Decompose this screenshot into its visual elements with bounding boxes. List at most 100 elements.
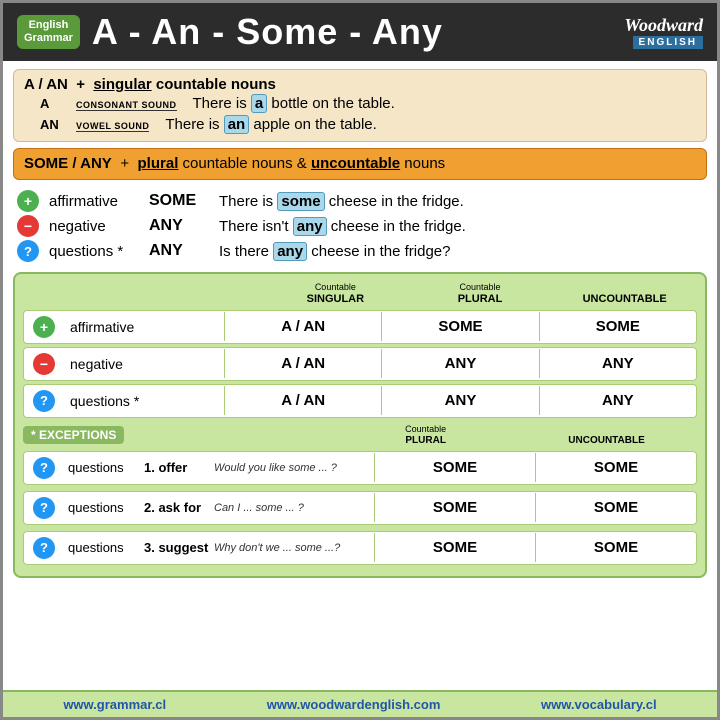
er-detail-2: 2. ask for (144, 500, 214, 515)
er-detail-1: 1. offer (144, 460, 214, 475)
er-sign-3: ? (24, 537, 64, 559)
some-any-keyword: SOME / ANY (24, 155, 112, 172)
negative-label: negative (49, 218, 139, 235)
tr-plus-badge: + (33, 316, 55, 338)
footer: www.grammar.cl www.woodwardenglish.com w… (3, 690, 717, 717)
tr-minus-badge: − (33, 353, 55, 375)
an-prefix: AN (40, 117, 70, 132)
tr-any-que: ANY (381, 386, 538, 415)
tr-any-neg: ANY (381, 349, 538, 378)
tr-a-an-neg: A / AN (224, 349, 381, 378)
er-q-badge-1: ? (33, 457, 55, 479)
tr-affirmative-label: affirmative (64, 319, 224, 335)
some-any-section-title: SOME / ANY + plural countable nouns & un… (13, 148, 707, 180)
minus-sign: − (17, 215, 39, 237)
a-an-keyword: A / AN (24, 76, 68, 93)
header: English Grammar A - An - Some - Any Wood… (3, 3, 717, 61)
a-an-title: A / AN + singular countable nouns (24, 76, 696, 93)
some-highlight-1: some (277, 192, 324, 211)
exc-th-uncountable-label: UNCOUNTABLE (516, 435, 697, 447)
er-some-1: SOME (374, 453, 535, 482)
logo-subtitle: ENGLISH (633, 36, 703, 49)
table-header: Countable SINGULAR Countable PLURAL UNCO… (23, 282, 697, 306)
an-rule-row: AN vowel sound There is an apple on the … (24, 114, 696, 135)
er-some-unc-3: SOME (535, 533, 696, 562)
a-example-sentence: There is a bottle on the table. (193, 95, 395, 112)
er-sign-1: ? (24, 457, 64, 479)
exceptions-body: ? questions 1. offer Would you like some… (23, 451, 697, 568)
tr-negative-label: negative (64, 356, 224, 372)
exceptions-badge: * EXCEPTIONS (23, 426, 124, 444)
tr-questions-label: questions * (64, 393, 224, 409)
tr-minus-sign: − (24, 353, 64, 375)
exc-th-uncountable: UNCOUNTABLE (516, 424, 697, 447)
th-bottom-1: SINGULAR (263, 293, 408, 306)
exc-row-offer: ? questions 1. offer Would you like some… (23, 451, 697, 485)
table-row-affirmative: + affirmative A / AN SOME SOME (23, 310, 697, 344)
exc-th-top: Countable (335, 424, 516, 435)
exc-row-ask: ? questions 2. ask for Can I ... some ..… (23, 491, 697, 525)
tr-any-que-unc: ANY (539, 386, 696, 415)
er-q-badge-3: ? (33, 537, 55, 559)
logo-name: Woodward (624, 15, 703, 36)
th-top-3 (552, 282, 697, 293)
affirmative-sentence: There is some cheese in the fridge. (219, 193, 464, 210)
th-bottom-2: PLURAL (408, 293, 553, 306)
questions-row: ? questions * ANY Is there any cheese in… (17, 240, 703, 262)
er-type-1: questions (64, 460, 144, 475)
er-sign-2: ? (24, 497, 64, 519)
er-some-3: SOME (374, 533, 535, 562)
tr-plus-sign: + (24, 316, 64, 338)
some-word: SOME (149, 192, 209, 210)
er-some-unc-1: SOME (535, 453, 696, 482)
an-sound-label: vowel sound (76, 121, 149, 132)
a-rule-row: A consonant sound There is a bottle on t… (24, 93, 696, 114)
an-highlight: an (224, 115, 250, 134)
er-type-2: questions (64, 500, 144, 515)
tr-any-neg-unc: ANY (539, 349, 696, 378)
er-sentence-3: Why don't we ... some ...? (214, 542, 374, 554)
any-highlight-2: any (273, 242, 307, 261)
english-grammar-badge: English Grammar (17, 15, 80, 49)
th-countable-plural: Countable PLURAL (408, 282, 553, 306)
usage-rows: + affirmative SOME There is some cheese … (13, 186, 707, 266)
tr-a-an-aff: A / AN (224, 312, 381, 341)
badge-line1: English (29, 19, 69, 31)
questions-sentence: Is there any cheese in the fridge? (219, 243, 451, 260)
woodward-logo: Woodward ENGLISH (624, 15, 703, 49)
exc-th-countable-plural: Countable PLURAL (335, 424, 516, 447)
exc-row-suggest: ? questions 3. suggest Why don't we ... … (23, 531, 697, 565)
main-content: A / AN + singular countable nouns A cons… (3, 61, 717, 690)
tr-question-sign: ? (24, 390, 64, 412)
th-top-2: Countable (408, 282, 553, 293)
badge-line2: Grammar (24, 32, 73, 44)
a-sound-label: consonant sound (76, 100, 177, 111)
page-container: English Grammar A - An - Some - Any Wood… (0, 0, 720, 720)
table-row-negative: − negative A / AN ANY ANY (23, 347, 697, 381)
er-sentence-1: Would you like some ... ? (214, 462, 374, 474)
affirmative-row: + affirmative SOME There is some cheese … (17, 190, 703, 212)
page-title: A - An - Some - Any (92, 11, 612, 53)
some-any-suffix: + plural countable nouns & uncountable n… (116, 155, 445, 172)
er-detail-3: 3. suggest (144, 540, 214, 555)
affirmative-label: affirmative (49, 193, 139, 210)
tr-some-aff: SOME (381, 312, 538, 341)
an-example-sentence: There is an apple on the table. (165, 116, 376, 133)
a-highlight: a (251, 94, 267, 113)
th-uncountable: UNCOUNTABLE (552, 282, 697, 306)
footer-link-grammar[interactable]: www.grammar.cl (63, 697, 166, 712)
a-an-suffix: + singular countable nouns (72, 76, 276, 93)
footer-link-vocabulary[interactable]: www.vocabulary.cl (541, 697, 657, 712)
any-word-negative: ANY (149, 217, 209, 235)
er-sentence-2: Can I ... some ... ? (214, 502, 374, 514)
er-some-2: SOME (374, 493, 535, 522)
table-row-questions: ? questions * A / AN ANY ANY (23, 384, 697, 418)
exceptions-header: * EXCEPTIONS Countable PLURAL UNCOUNTABL… (23, 424, 697, 447)
negative-row: − negative ANY There isn't any cheese in… (17, 215, 703, 237)
tr-a-an-que: A / AN (224, 386, 381, 415)
any-highlight-1: any (293, 217, 327, 236)
footer-link-woodward[interactable]: www.woodwardenglish.com (267, 697, 441, 712)
th-bottom-3: UNCOUNTABLE (552, 293, 697, 306)
er-some-unc-2: SOME (535, 493, 696, 522)
questions-label: questions * (49, 243, 139, 260)
